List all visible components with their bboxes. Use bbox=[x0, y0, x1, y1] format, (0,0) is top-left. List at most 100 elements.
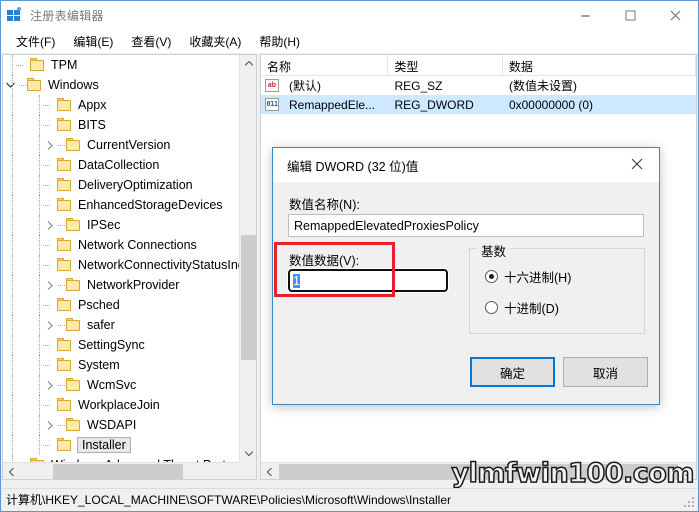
menu-view[interactable]: 查看(V) bbox=[122, 30, 180, 53]
value-data-cell: 0x00000000 (0) bbox=[508, 97, 594, 112]
tree-item-deliveryoptimization[interactable]: DeliveryOptimization bbox=[3, 175, 239, 195]
tree-item-windows[interactable]: Windows bbox=[3, 75, 239, 95]
value-data-label: 数值数据(V): bbox=[289, 254, 360, 268]
tree-item-label: Psched bbox=[78, 298, 120, 312]
values-column-header-1[interactable]: 类型 bbox=[388, 55, 503, 76]
tree-item-label: CurrentVersion bbox=[87, 138, 171, 152]
tree-horizontal-scrollbar[interactable] bbox=[3, 462, 256, 479]
tree-item-networkprovider[interactable]: NetworkProvider bbox=[3, 275, 239, 295]
tree-item-appx[interactable]: Appx bbox=[3, 95, 239, 115]
status-bar: 计算机\HKEY_LOCAL_MACHINE\SOFTWARE\Policies… bbox=[2, 488, 697, 510]
radio-decimal[interactable]: 十进制(D) bbox=[485, 298, 559, 317]
tree-item-safer[interactable]: safer bbox=[3, 315, 239, 335]
tree-item-windows-advanced-threat-prote[interactable]: Windows Advanced Threat Prote bbox=[3, 455, 239, 462]
folder-icon bbox=[57, 158, 73, 172]
tree-item-label: Appx bbox=[78, 98, 107, 112]
registry-tree[interactable]: TPM Windows Appx BITS CurrentVersion DataColl… bbox=[3, 55, 239, 462]
tree-item-psched[interactable]: Psched bbox=[3, 295, 239, 315]
tree-scroll-up-button[interactable] bbox=[240, 55, 256, 72]
tree-connector-icon bbox=[42, 115, 51, 135]
minimize-button[interactable] bbox=[563, 1, 608, 29]
expand-arrow-icon[interactable] bbox=[42, 275, 57, 295]
expand-arrow-icon[interactable] bbox=[42, 135, 57, 155]
tree-connector-icon bbox=[57, 415, 66, 435]
tree-scroll-down-button[interactable] bbox=[240, 445, 256, 462]
folder-icon bbox=[66, 138, 82, 152]
tree-connector-icon bbox=[42, 255, 51, 275]
tree-item-enhancedstoragedevices[interactable]: EnhancedStorageDevices bbox=[3, 195, 239, 215]
values-column-header-0[interactable]: 名称 bbox=[261, 55, 389, 76]
tree-vertical-scrollbar[interactable] bbox=[239, 55, 256, 462]
collapse-arrow-icon[interactable] bbox=[3, 75, 18, 95]
tree-item-label: Windows bbox=[48, 78, 99, 92]
menu-edit[interactable]: 编辑(E) bbox=[64, 30, 122, 53]
tree-item-label: WSDAPI bbox=[87, 418, 137, 432]
dialog-close-button[interactable] bbox=[615, 148, 659, 180]
menu-favorites[interactable]: 收藏夹(A) bbox=[180, 30, 250, 53]
tree-item-system[interactable]: System bbox=[3, 355, 239, 375]
tree-item-networkconnectivitystatusind[interactable]: NetworkConnectivityStatusInd bbox=[3, 255, 239, 275]
values-scroll-left-button[interactable] bbox=[261, 463, 278, 479]
expand-arrow-icon[interactable] bbox=[42, 215, 57, 235]
tree-item-wsdapi[interactable]: WSDAPI bbox=[3, 415, 239, 435]
string-value-icon: ab bbox=[265, 79, 279, 92]
tree-scroll-corner bbox=[239, 462, 256, 479]
tree-connector-icon bbox=[42, 95, 51, 115]
tree-item-datacollection[interactable]: DataCollection bbox=[3, 155, 239, 175]
radio-decimal-icon bbox=[485, 301, 498, 314]
values-horizontal-scrollbar[interactable] bbox=[261, 462, 696, 479]
registry-path: 计算机\HKEY_LOCAL_MACHINE\SOFTWARE\Policies… bbox=[6, 493, 451, 507]
tree-scroll-thumb[interactable] bbox=[241, 235, 256, 360]
value-type-cell: REG_DWORD bbox=[394, 97, 474, 112]
values-column-header-2[interactable]: 数据 bbox=[503, 55, 696, 76]
expand-arrow-icon[interactable] bbox=[42, 315, 57, 335]
values-row[interactable]: ab (默认) REG_SZ (数值未设置) bbox=[261, 76, 696, 95]
ok-button[interactable]: 确定 bbox=[470, 357, 555, 387]
tree-item-bits[interactable]: BITS bbox=[3, 115, 239, 135]
menu-help[interactable]: 帮助(H) bbox=[250, 30, 309, 53]
tree-item-currentversion[interactable]: CurrentVersion bbox=[3, 135, 239, 155]
folder-icon bbox=[57, 258, 73, 272]
tree-connector-icon bbox=[18, 75, 27, 95]
tree-connector-icon bbox=[57, 375, 66, 395]
values-row[interactable]: 011 RemappedEle... REG_DWORD 0x00000000 (0) bbox=[261, 95, 696, 114]
tree-connector-icon bbox=[42, 435, 51, 455]
close-button[interactable] bbox=[653, 1, 698, 29]
tree-connector-icon bbox=[42, 235, 51, 255]
folder-icon bbox=[57, 198, 73, 212]
resize-grip-icon bbox=[684, 497, 694, 507]
tree-item-settingsync[interactable]: SettingSync bbox=[3, 335, 239, 355]
tree-item-installer[interactable]: Installer bbox=[3, 435, 239, 455]
radio-hexadecimal[interactable]: 十六进制(H) bbox=[485, 267, 571, 286]
tree-item-label: Network Connections bbox=[78, 238, 197, 252]
tree-item-label: System bbox=[78, 358, 120, 372]
expand-arrow-icon[interactable] bbox=[42, 375, 57, 395]
tree-item-workplacejoin[interactable]: WorkplaceJoin bbox=[3, 395, 239, 415]
tree-item-ipsec[interactable]: IPSec bbox=[3, 215, 239, 235]
tree-item-label: DataCollection bbox=[78, 158, 160, 172]
tree-connector-icon bbox=[57, 315, 66, 335]
maximize-button[interactable] bbox=[608, 1, 653, 29]
radio-hexadecimal-icon bbox=[485, 270, 498, 283]
tree-item-network-connections[interactable]: Network Connections bbox=[3, 235, 239, 255]
menu-file[interactable]: 文件(F) bbox=[7, 30, 64, 53]
expand-arrow-icon[interactable] bbox=[42, 415, 57, 435]
tree-connector-icon bbox=[42, 295, 51, 315]
tree-hscroll-thumb[interactable] bbox=[53, 464, 183, 479]
tree-item-label: EnhancedStorageDevices bbox=[78, 198, 223, 212]
tree-item-wcmsvc[interactable]: WcmSvc bbox=[3, 375, 239, 395]
registry-editor-window: 注册表编辑器 文件(F) 编辑(E) 查看(V) 收藏夹(A) 帮助(H) TP… bbox=[0, 0, 699, 512]
edit-dword-dialog: 编辑 DWORD (32 位)值 数值名称(N): 数值数据(V): 基数 十六… bbox=[272, 147, 660, 405]
values-scroll-right-button[interactable] bbox=[679, 463, 696, 479]
tree-item-label: NetworkProvider bbox=[87, 278, 180, 292]
values-hscroll-thumb[interactable] bbox=[279, 464, 678, 479]
tree-scroll-left-button[interactable] bbox=[3, 463, 20, 479]
value-data-input[interactable] bbox=[287, 268, 449, 293]
tree-item-tpm[interactable]: TPM bbox=[3, 55, 239, 75]
folder-icon bbox=[57, 438, 73, 452]
value-name-input[interactable] bbox=[288, 214, 644, 237]
tree-connector-icon bbox=[57, 135, 66, 155]
cancel-button[interactable]: 取消 bbox=[563, 357, 648, 387]
value-type-cell: REG_SZ bbox=[394, 78, 443, 93]
folder-icon bbox=[66, 318, 82, 332]
